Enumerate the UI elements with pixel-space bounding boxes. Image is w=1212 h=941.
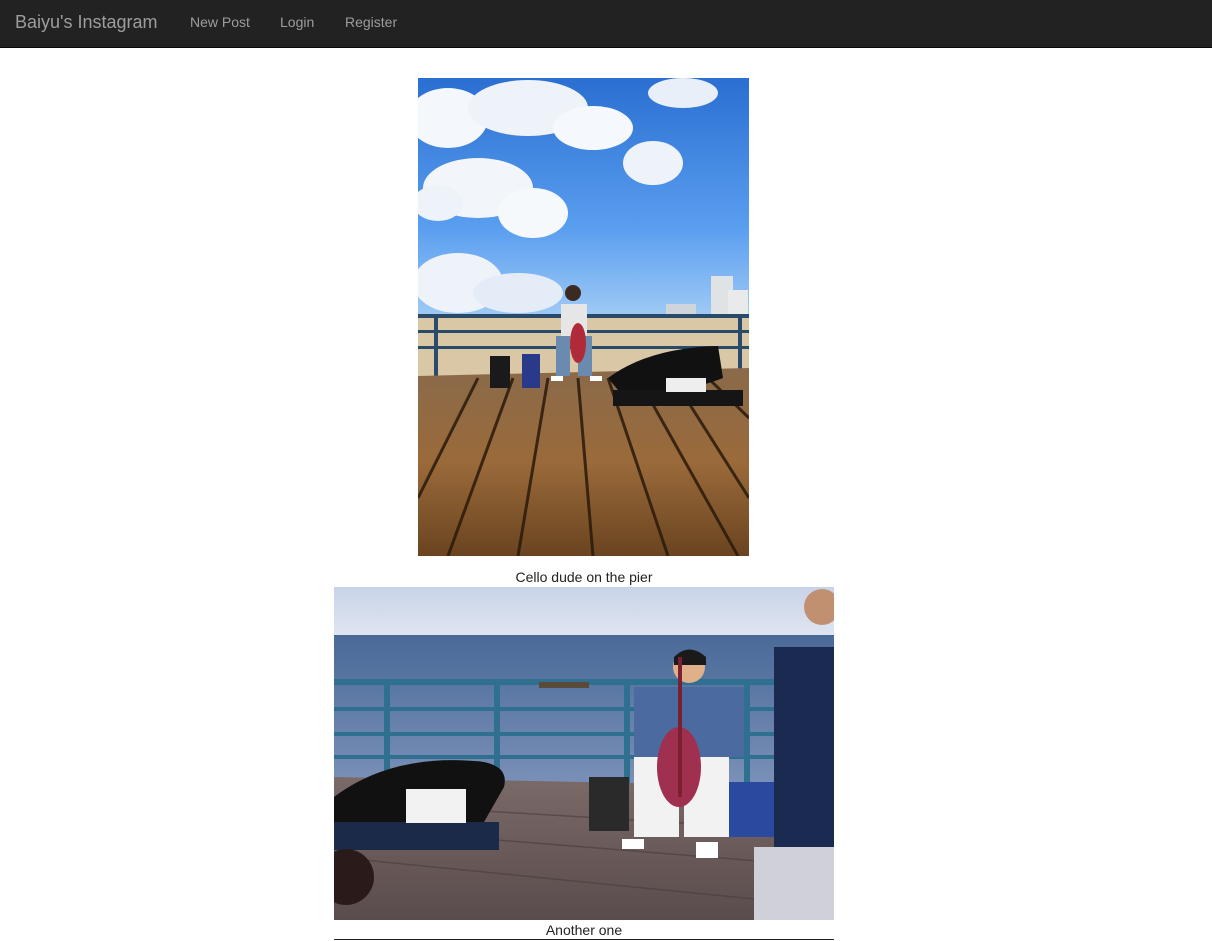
post-image-ocean — [334, 587, 834, 920]
navbar: Baiyu's Instagram New Post Login Registe… — [0, 0, 1212, 48]
post-caption: Cello dude on the pier — [515, 569, 653, 585]
post-divider — [334, 939, 834, 940]
post-caption: Another one — [545, 922, 623, 938]
ocean-photo — [334, 587, 834, 920]
nav-login-link[interactable]: Login — [280, 13, 314, 31]
brand-link[interactable]: Baiyu's Instagram — [15, 11, 158, 33]
post-image-pier — [418, 78, 749, 556]
nav-new-post-link[interactable]: New Post — [190, 13, 250, 31]
nav-register-link[interactable]: Register — [345, 13, 397, 31]
pier-photo — [418, 78, 749, 556]
